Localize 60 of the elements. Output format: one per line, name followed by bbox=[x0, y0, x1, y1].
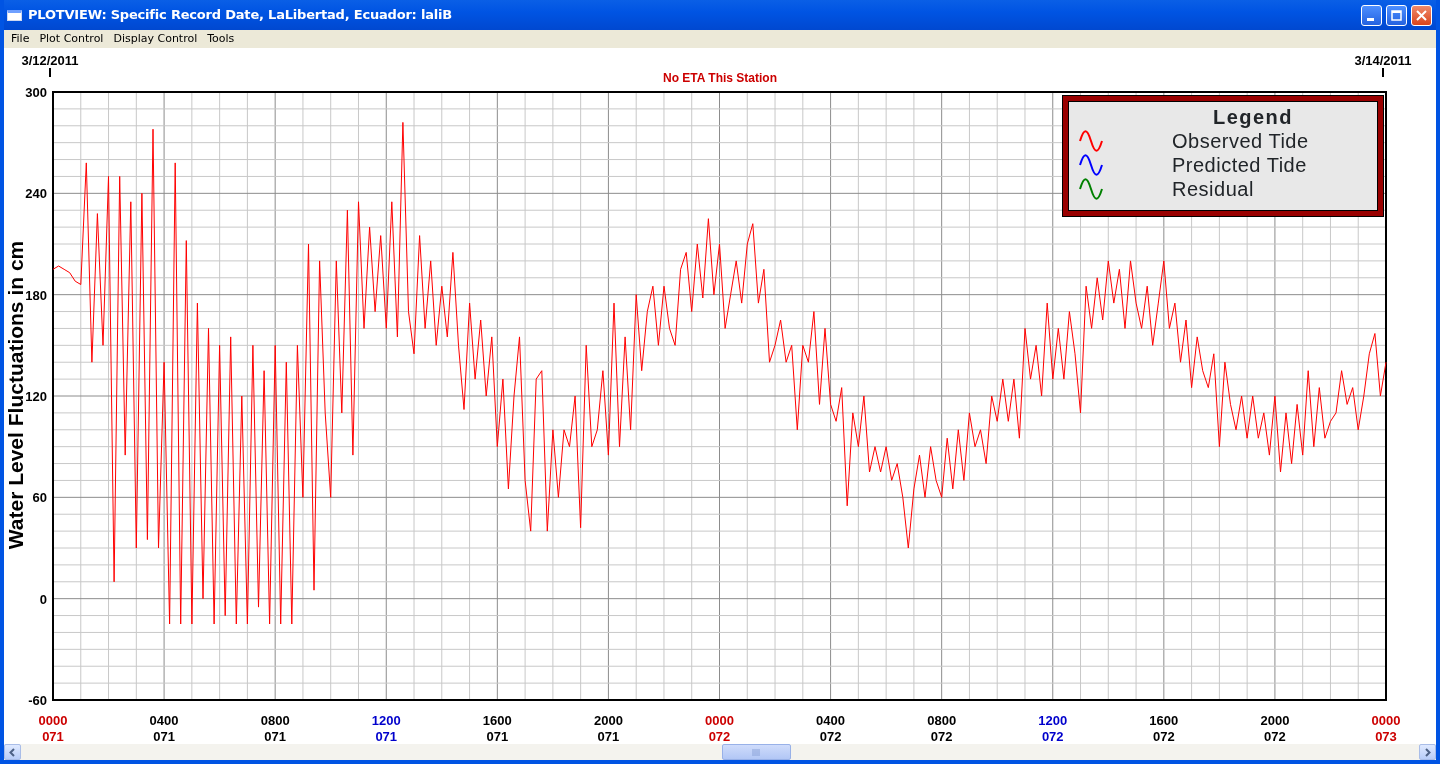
axis-label: 0000 bbox=[38, 713, 68, 728]
axis-label: 1200 bbox=[1038, 713, 1068, 728]
menu-item[interactable]: File bbox=[6, 30, 35, 48]
axis-label: 120 bbox=[25, 389, 47, 404]
date-marker bbox=[1382, 67, 1384, 78]
axis-label: 0 bbox=[39, 591, 47, 607]
chart-title: No ETA This Station bbox=[663, 71, 777, 85]
scroll-right-button[interactable] bbox=[1419, 744, 1436, 760]
axis-label: 072 bbox=[1264, 729, 1286, 744]
axis-label: -60 bbox=[28, 693, 47, 708]
axis-label: 60 bbox=[32, 490, 47, 506]
axis-label: 073 bbox=[1375, 729, 1397, 744]
axis-label: 072 bbox=[1041, 729, 1064, 744]
axis-label: 2000 bbox=[593, 713, 623, 728]
scrollbar-thumb[interactable] bbox=[722, 744, 791, 760]
axis-label: 071 bbox=[375, 729, 398, 744]
date-marker bbox=[49, 67, 51, 78]
chevron-right-icon bbox=[1424, 747, 1431, 757]
menu-item[interactable]: Plot Control bbox=[34, 30, 109, 48]
maximize-icon bbox=[1391, 9, 1402, 21]
legend-label: Predicted Tide bbox=[1172, 153, 1307, 177]
axis-label: 1600 bbox=[482, 713, 512, 728]
axis-title: Water Level Fluctuations in cm bbox=[4, 240, 27, 550]
menu-item[interactable]: Display Control bbox=[108, 30, 203, 48]
menu-item[interactable]: Tools bbox=[202, 30, 240, 48]
chevron-left-icon bbox=[9, 747, 16, 757]
axis-label: 0800 bbox=[927, 713, 957, 728]
close-button[interactable] bbox=[1411, 4, 1432, 26]
axis-label: 072 bbox=[930, 729, 953, 744]
axis-label: 071 bbox=[42, 729, 64, 744]
scroll-left-button[interactable] bbox=[4, 744, 21, 760]
axis-label: 0400 bbox=[149, 713, 179, 728]
axis-label: 071 bbox=[486, 729, 509, 744]
axis-label: 072 bbox=[1153, 729, 1175, 744]
axis-label: 072 bbox=[708, 729, 731, 744]
window-title: PLOTVIEW: Specific Record Date, LaLibertad, Ecuador: laliB bbox=[28, 6, 452, 25]
minimize-icon bbox=[1367, 17, 1374, 21]
axis-label: 071 bbox=[153, 729, 175, 744]
axis-label: 0000 bbox=[705, 713, 734, 728]
axis-label: 240 bbox=[25, 186, 47, 202]
axis-label: 072 bbox=[819, 729, 842, 744]
date-label: 3/14/2011 bbox=[1354, 53, 1412, 68]
maximize-button[interactable] bbox=[1386, 4, 1407, 26]
legend-label: Residual bbox=[1172, 177, 1254, 201]
axis-label: 071 bbox=[264, 729, 286, 744]
axis-label: 0400 bbox=[816, 713, 846, 728]
axis-label: 1200 bbox=[371, 713, 401, 728]
axis-label: 300 bbox=[25, 85, 47, 100]
date-label: 3/12/2011 bbox=[21, 53, 79, 68]
axis-label: 0000 bbox=[1371, 713, 1401, 728]
axis-label: 1600 bbox=[1149, 713, 1179, 728]
minimize-button[interactable] bbox=[1361, 4, 1382, 26]
app-icon bbox=[7, 9, 22, 21]
axis-label: 0800 bbox=[260, 713, 290, 728]
legend-title: Legend bbox=[1211, 105, 1295, 129]
axis-label: 2000 bbox=[1260, 713, 1290, 728]
close-icon bbox=[1416, 9, 1427, 21]
axis-label: 180 bbox=[25, 287, 47, 303]
axis-label: 071 bbox=[597, 729, 620, 744]
legend-label: Observed Tide bbox=[1172, 129, 1309, 153]
